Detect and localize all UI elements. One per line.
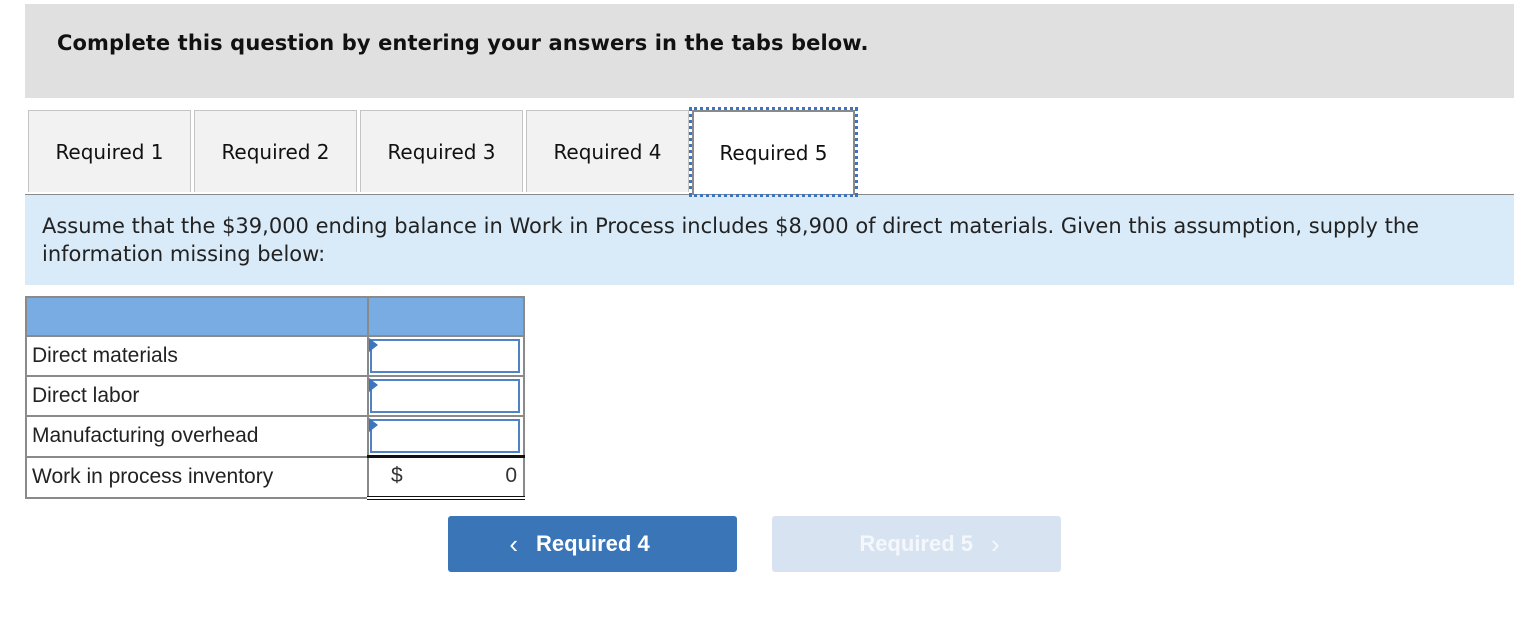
table-header-row: [25, 296, 525, 337]
chevron-left-icon: ‹: [509, 528, 518, 559]
next-button-label: Required 5: [859, 531, 974, 556]
tab-required-2[interactable]: Required 2: [194, 110, 357, 192]
currency-symbol: $: [391, 464, 403, 487]
table-row: Direct materials: [25, 335, 525, 377]
total-value-cell: $ 0: [367, 455, 525, 500]
prompt-text: Assume that the $39,000 ending balance i…: [42, 214, 1420, 266]
question-prompt: Assume that the $39,000 ending balance i…: [25, 195, 1514, 285]
row-label: Direct materials: [25, 335, 369, 377]
table-total-row: Work in process inventory $ 0: [25, 455, 525, 500]
total-label: Work in process inventory: [25, 455, 369, 499]
table-row: Manufacturing overhead: [25, 415, 525, 458]
instruction-banner: Complete this question by entering your …: [25, 4, 1514, 98]
next-required-5-button[interactable]: Required 5 ›: [772, 516, 1061, 572]
header-value-cell: [367, 296, 525, 337]
row-label: Direct labor: [25, 375, 369, 417]
table-row: Direct labor: [25, 375, 525, 417]
tab-required-5[interactable]: Required 5: [689, 107, 858, 197]
input-marker-icon: [369, 338, 378, 352]
tab-required-1[interactable]: Required 1: [28, 110, 191, 192]
direct-materials-input[interactable]: [370, 339, 520, 373]
tab-required-3[interactable]: Required 3: [360, 110, 523, 192]
header-label-cell: [25, 296, 369, 337]
answer-table: Direct materials Direct labor Manufactur…: [25, 296, 525, 500]
chevron-right-icon: ›: [991, 528, 1000, 559]
direct-labor-input[interactable]: [370, 379, 520, 413]
instruction-text: Complete this question by entering your …: [57, 31, 869, 55]
prev-button-label: Required 4: [535, 531, 650, 556]
row-label: Manufacturing overhead: [25, 415, 369, 458]
input-marker-icon: [369, 378, 378, 392]
tab-required-4[interactable]: Required 4: [526, 110, 689, 192]
total-value: 0: [505, 464, 517, 487]
prev-required-4-button[interactable]: ‹ Required 4: [448, 516, 737, 572]
input-marker-icon: [369, 418, 378, 432]
tab-strip: Required 1 Required 2 Required 3 Require…: [25, 107, 1514, 197]
manufacturing-overhead-input[interactable]: [370, 419, 520, 453]
